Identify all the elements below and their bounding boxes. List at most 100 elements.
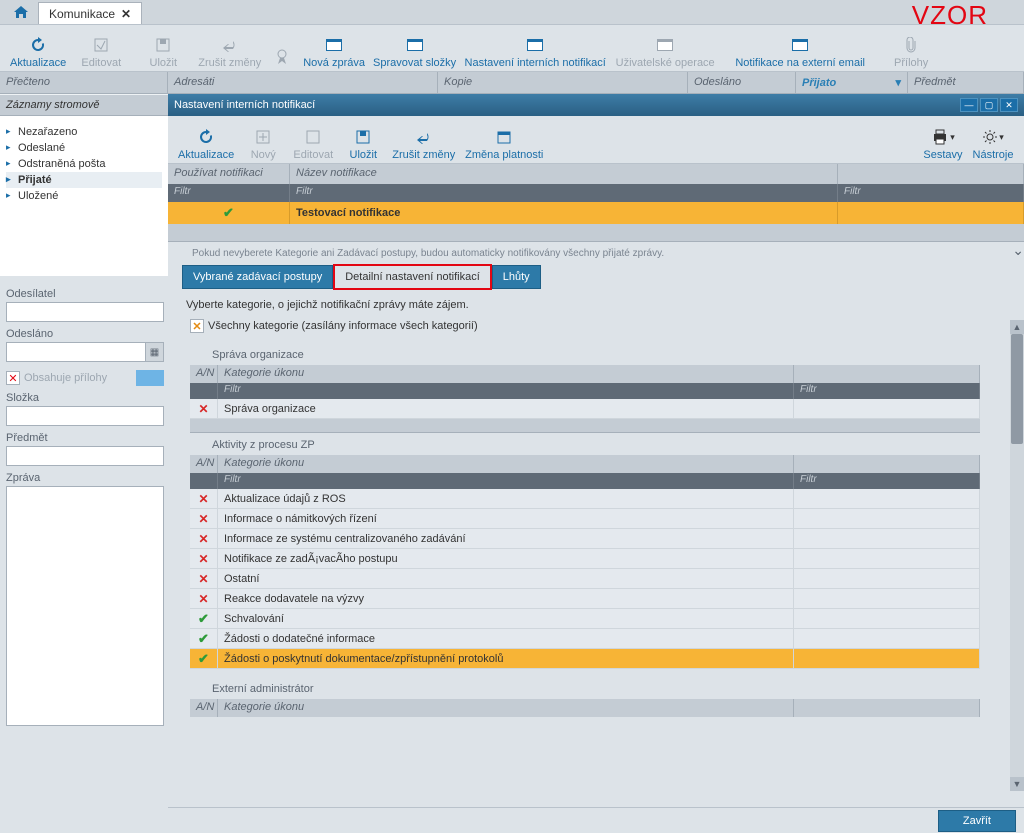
medal-icon (275, 46, 289, 68)
folder-odstranena[interactable]: Odstraněná pošta (6, 156, 162, 172)
ext-email-button[interactable]: Notifikace na externí email (720, 34, 880, 69)
folder-input[interactable] (6, 406, 164, 426)
row-toggle[interactable]: ✕ (190, 589, 218, 608)
panel-update-button[interactable]: Aktualizace (174, 126, 238, 161)
vertical-scrollbar[interactable]: ▲ ▼ (1010, 320, 1024, 791)
cancel-button[interactable]: Zrušit změny (194, 34, 265, 69)
section-aktivity: Aktivity z procesu ZP (212, 439, 1010, 451)
new-message-button[interactable]: Nová zpráva (299, 34, 369, 69)
minimize-icon[interactable]: ― (960, 98, 978, 112)
table-row[interactable]: ✕Notifikace ze zadÃ¡vacÃ­ho postupu (190, 549, 980, 569)
gear-icon: ▾ (982, 126, 1004, 148)
col-sent[interactable]: Odesláno (688, 72, 796, 93)
folder-odeslane[interactable]: Odeslané (6, 140, 162, 156)
folder-nezarazeno[interactable]: Nezařazeno (6, 124, 162, 140)
panel-cancel-button[interactable]: Zrušit změny (388, 126, 459, 161)
notification-panel: Nastavení interních notifikací ― ▢ ✕ Akt… (168, 94, 1024, 833)
close-icon[interactable]: ✕ (1000, 98, 1018, 112)
tab-lhuty[interactable]: Lhůty (492, 265, 541, 289)
scroll-thumb[interactable] (1011, 334, 1023, 444)
user-ops-button[interactable]: Uživatelské operace (610, 34, 720, 69)
panel-validity-button[interactable]: Změna platnosti (459, 126, 549, 161)
col-notif-name[interactable]: Název notifikace (290, 164, 838, 184)
table-row[interactable]: ✕Aktualizace údajů z ROS (190, 489, 980, 509)
attachments-button[interactable]: Přílohy (880, 34, 942, 69)
folder-ulozene[interactable]: Uložené (6, 188, 162, 204)
row-toggle[interactable]: ✕ (190, 569, 218, 588)
row-toggle[interactable]: ✔ (190, 609, 218, 628)
refresh-icon (29, 34, 47, 56)
sent-input[interactable]: ▦ (6, 342, 164, 362)
tab-detailni[interactable]: Detailní nastavení notifikací (333, 264, 492, 290)
home-icon[interactable] (4, 0, 38, 24)
panel-save-button[interactable]: Uložit (338, 126, 388, 161)
folder-prijate[interactable]: Přijaté (6, 172, 162, 188)
row-name: Reakce dodavatele na výzvy (218, 589, 794, 608)
side-fields: Odesílatel Odesláno ▦ ✕ Obsahuje přílohy… (0, 276, 168, 833)
message-grid-header: Přečteno Adresáti Kopie Odesláno Přijato… (0, 72, 1024, 94)
col-copy[interactable]: Kopie (438, 72, 688, 93)
row-toggle[interactable]: ✕ (190, 399, 218, 418)
update-button[interactable]: Aktualizace (6, 34, 70, 69)
panel-edit-button[interactable]: Editovat (288, 126, 338, 161)
table-row[interactable]: ✕Informace o námitkových řízení (190, 509, 980, 529)
tab-postupy[interactable]: Vybrané zadávací postupy (182, 265, 333, 289)
table-row[interactable]: ✕Reakce dodavatele na výzvy (190, 589, 980, 609)
edit-button[interactable]: Editovat (70, 34, 132, 69)
row-toggle[interactable]: ✔ (190, 629, 218, 648)
row-toggle[interactable]: ✕ (190, 549, 218, 568)
medal-button[interactable] (265, 46, 299, 69)
row-toggle[interactable]: ✔ (190, 649, 218, 668)
table-row[interactable]: ✕Správa organizace (190, 399, 980, 419)
scroll-down-icon[interactable]: ▼ (1010, 777, 1024, 791)
close-button[interactable]: Zavřít (938, 810, 1016, 832)
save-icon (355, 126, 371, 148)
table-row[interactable]: ✔Schvalování (190, 609, 980, 629)
table-row[interactable]: ✔Žádosti o poskytnutí dokumentace/zpříst… (190, 649, 980, 669)
internal-notif-button[interactable]: Nastavení interních notifikací (460, 34, 610, 69)
x-icon: ✕ (198, 552, 208, 566)
has-attachments-checkbox[interactable]: ✕ (6, 371, 20, 385)
all-categories-checkbox[interactable]: ✕ (190, 319, 204, 333)
table-row[interactable]: ✔Žádosti o dodatečné informace (190, 629, 980, 649)
maximize-icon[interactable]: ▢ (980, 98, 998, 112)
sender-label: Odesílatel (6, 288, 164, 300)
sender-input[interactable] (6, 302, 164, 322)
close-icon[interactable]: ✕ (121, 7, 131, 21)
manage-folders-button[interactable]: Spravovat složky (369, 34, 460, 69)
panel-footer: Zavřít (168, 807, 1024, 833)
col-received[interactable]: Přijato▾ (796, 72, 908, 93)
section-externi: Externí administrátor (212, 683, 1010, 695)
calendar-icon[interactable]: ▦ (145, 343, 163, 361)
panel-header: Nastavení interních notifikací ― ▢ ✕ (168, 94, 1024, 116)
col-read[interactable]: Přečteno (0, 72, 168, 93)
message-textarea[interactable] (6, 486, 164, 726)
check-icon: ✔ (198, 611, 209, 627)
subject-input[interactable] (6, 446, 164, 466)
table-row[interactable]: ✕Ostatní (190, 569, 980, 589)
section-sprava: Správa organizace (212, 349, 1010, 361)
row-toggle[interactable]: ✕ (190, 529, 218, 548)
row-toggle[interactable]: ✕ (190, 509, 218, 528)
chevron-down-icon[interactable]: ⌄ (1012, 242, 1024, 259)
col-subject[interactable]: Předmět (908, 72, 1024, 93)
reports-button[interactable]: ▾ Sestavy (918, 126, 968, 161)
notif-filter-row[interactable]: Filtr Filtr Filtr (168, 184, 1024, 202)
tree-header: Záznamy stromově (0, 94, 168, 116)
row-name: Aktualizace údajů z ROS (218, 489, 794, 508)
table-row[interactable]: ✕Informace ze systému centralizovaného z… (190, 529, 980, 549)
notif-row[interactable]: ✔ Testovací notifikace (168, 202, 1024, 224)
x-icon: ✕ (198, 572, 208, 586)
category-prompt: Vyberte kategorie, o jejichž notifikační… (186, 299, 1010, 311)
scroll-up-icon[interactable]: ▲ (1010, 320, 1024, 334)
row-toggle[interactable]: ✕ (190, 489, 218, 508)
save-button[interactable]: Uložit (132, 34, 194, 69)
row-name: Informace ze systému centralizovaného za… (218, 529, 794, 548)
col-recipients[interactable]: Adresáti (168, 72, 438, 93)
col-use[interactable]: Používat notifikaci (168, 164, 290, 184)
panel-toolbar: Aktualizace Nový Editovat Uložit Zrušit … (168, 116, 1024, 164)
panel-new-button[interactable]: Nový (238, 126, 288, 161)
tab-komunikace[interactable]: Komunikace ✕ (38, 2, 142, 24)
tools-button[interactable]: ▾ Nástroje (968, 126, 1018, 161)
tab-label: Komunikace (49, 7, 115, 21)
